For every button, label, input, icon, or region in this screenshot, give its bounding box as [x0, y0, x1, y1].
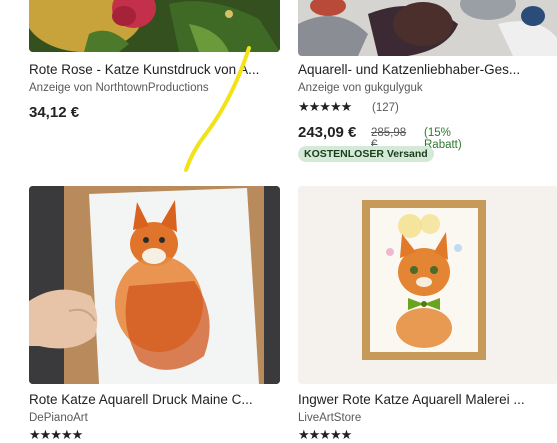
yellow-annotation-stroke	[184, 46, 251, 172]
